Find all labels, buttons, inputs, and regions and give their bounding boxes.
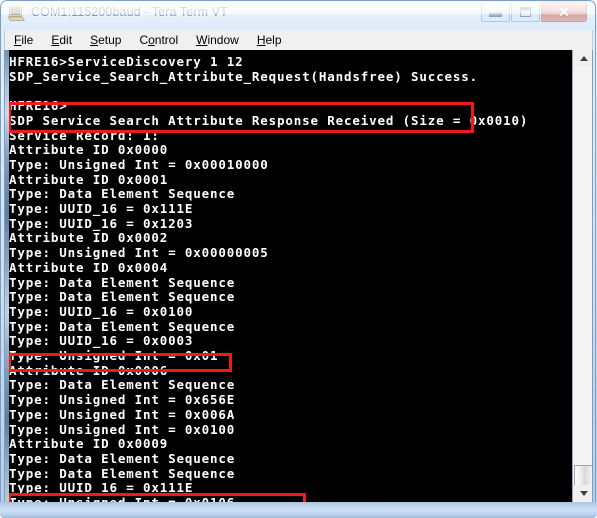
minimize-button[interactable] [481, 1, 510, 22]
menu-bar: File Edit Setup Control Window Help [4, 30, 593, 50]
menu-edit[interactable]: Edit [42, 32, 81, 48]
terminal-line: Type: Data Element Sequence [9, 450, 236, 466]
terminal-line: Type: Data Element Sequence [9, 289, 236, 305]
terminal-line: Type: UUID_16 = 0x111E [9, 201, 194, 216]
terminal-line: HFRE16>ServiceDiscovery 1 12 [9, 54, 244, 69]
terminal-line: Attribute ID 0x0001 [9, 171, 169, 187]
window-bottom-edge [0, 502, 597, 518]
menu-help[interactable]: Help [248, 32, 291, 48]
terminal-line: SDP_Service_Search_Attribute_Request(Han… [9, 68, 479, 84]
svg-text:VT: VT [12, 9, 20, 16]
terminal-line: Type: Data Element Sequence [9, 274, 236, 290]
teraterm-icon: VT [7, 6, 25, 22]
terminal-line: Type: Unsigned Int = 0x656E [9, 392, 236, 408]
triangle-down-icon [579, 491, 588, 496]
terminal-line: Type: Unsigned Int = 0x0106 [9, 495, 235, 502]
terminal-line: Type: UUID_16 = 0x111E [9, 480, 194, 496]
scroll-down-arrow[interactable] [573, 485, 592, 502]
window-title: COM1:115200baud - Tera Term VT [31, 5, 228, 19]
terminal-line: Type: Unsigned Int = 0x00010000 [9, 156, 269, 172]
terminal-line: Attribute ID 0x0006 [9, 362, 169, 378]
terminal-line: Type: Unsigned Int = 0x01 [9, 348, 219, 363]
terminal-line: Type: Unsigned Int = 0x006A [9, 406, 236, 422]
terminal-line: HFRE16> [9, 98, 68, 114]
minimize-icon [489, 12, 502, 17]
terminal-line: Type: Unsigned Int = 0x00000005 [9, 245, 269, 261]
terminal-line: Type: UUID_16 = 0x0003 [9, 333, 194, 349]
terminal-line: Attribute ID 0x0002 [9, 230, 169, 246]
terminal-line: Attribute ID 0x0009 [9, 436, 169, 452]
menu-setup[interactable]: Setup [81, 32, 130, 48]
terminal-line: Type: Unsigned Int = 0x0100 [9, 421, 236, 437]
terminal-line: Type: UUID_16 = 0x1203 [9, 215, 194, 231]
maximize-icon [520, 6, 531, 17]
scroll-up-arrow[interactable] [573, 50, 592, 67]
terminal-line: Attribute ID 0x0000 [9, 142, 169, 158]
scrollbar-track[interactable] [573, 67, 592, 492]
terminal-line: Type: Data Element Sequence [9, 465, 236, 481]
terminal-line: Type: Data Element Sequence [9, 377, 236, 393]
terminal-line: Type: UUID_16 = 0x0100 [9, 303, 194, 319]
title-bar[interactable]: VT COM1:115200baud - Tera Term VT ✕ [0, 0, 597, 29]
menu-window[interactable]: Window [187, 32, 248, 48]
terminal-line: Type: Data Element Sequence [9, 318, 236, 334]
menu-control[interactable]: Control [130, 32, 187, 48]
teraterm-window: VT COM1:115200baud - Tera Term VT ✕ File… [0, 0, 597, 518]
maximize-button[interactable] [511, 1, 540, 22]
close-icon: ✕ [558, 3, 570, 20]
terminal-line: Service Record: 1: [9, 127, 160, 143]
triangle-up-icon [579, 56, 588, 61]
menu-file[interactable]: File [5, 32, 42, 48]
terminal-screen[interactable]: HFRE16>ServiceDiscovery 1 12 SDP_Service_… [5, 50, 572, 502]
vertical-scrollbar[interactable] [572, 50, 592, 502]
terminal-line: SDP Service Search Attribute Response Re… [9, 112, 529, 128]
close-button[interactable]: ✕ [541, 1, 587, 22]
terminal-client-area: HFRE16>ServiceDiscovery 1 12 SDP_Service_… [4, 50, 593, 502]
terminal-line: Attribute ID 0x0004 [9, 259, 169, 275]
terminal-line: Type: Data Element Sequence [9, 186, 236, 202]
